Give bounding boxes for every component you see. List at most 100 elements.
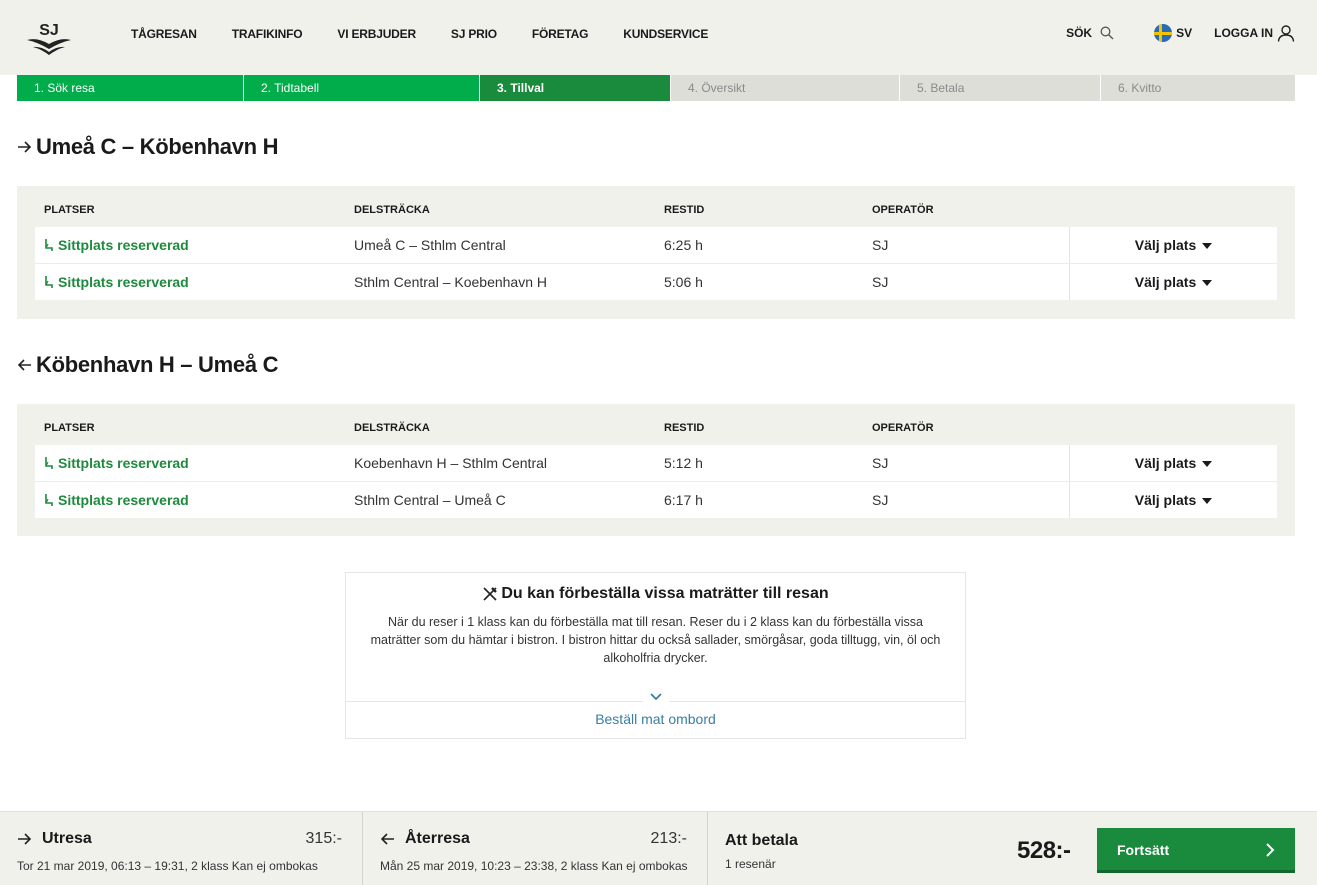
pay-label: Att betala xyxy=(725,832,798,849)
seat-icon xyxy=(45,276,53,288)
nav-tagresan[interactable]: TÅGRESAN xyxy=(131,27,197,41)
travel-time: 6:17 h xyxy=(664,492,703,508)
table-row: Sittplats reserverad Koebenhavn H – Sthl… xyxy=(35,445,1277,482)
payment-summary: Att betala 1 resenär xyxy=(708,812,1008,885)
return-price: 213:- xyxy=(650,830,687,847)
step-tillval: 3. Tillval xyxy=(480,75,671,101)
choose-seat-button[interactable]: Välj plats xyxy=(1069,227,1277,263)
travel-time: 5:06 h xyxy=(664,274,703,290)
travel-time: 5:12 h xyxy=(664,455,703,471)
caret-down-icon xyxy=(1202,461,1213,467)
col-platser: PLATSER xyxy=(44,422,95,434)
step-betala: 5. Betala xyxy=(900,75,1101,101)
food-description: När du reser i 1 klass kan du förbeställ… xyxy=(370,615,941,665)
col-operator: OPERATÖR xyxy=(872,204,934,216)
food-info-box: Du kan förbeställa vissa maträtter till … xyxy=(345,572,966,739)
outbound-title: Umeå C – Köbenhavn H xyxy=(17,134,278,160)
header-actions: SÖK SV LOGGA IN xyxy=(1066,24,1295,42)
table-row: Sittplats reserverad Umeå C – Sthlm Cent… xyxy=(35,227,1277,264)
continue-button[interactable]: Fortsätt xyxy=(1097,828,1295,873)
caret-down-icon xyxy=(1202,498,1213,504)
segment: Umeå C – Sthlm Central xyxy=(354,237,506,253)
return-summary[interactable]: Återresa 213:- Mån 25 mar 2019, 10:23 – … xyxy=(363,812,708,885)
return-panel: PLATSER DELSTRÄCKA RESTID OPERATÖR Sittp… xyxy=(17,404,1295,536)
table-row: Sittplats reserverad Sthlm Central – Ume… xyxy=(35,482,1277,518)
step-oversikt: 4. Översikt xyxy=(671,75,900,101)
travel-time: 6:25 h xyxy=(664,237,703,253)
choose-seat-button[interactable]: Välj plats xyxy=(1069,482,1277,518)
language-label: SV xyxy=(1176,26,1193,40)
segment: Koebenhavn H – Sthlm Central xyxy=(354,455,547,471)
return-title: Köbenhavn H – Umeå C xyxy=(17,352,278,378)
main-nav: TÅGRESAN TRAFIKINFO VI ERBJUDER SJ PRIO … xyxy=(131,27,743,41)
site-header: SJ TÅGRESAN TRAFIKINFO VI ERBJUDER SJ PR… xyxy=(0,0,1317,75)
step-tidtabell[interactable]: 2. Tidtabell xyxy=(244,75,480,101)
return-details: Mån 25 mar 2019, 10:23 – 23:38, 2 klass … xyxy=(380,859,688,873)
search-icon xyxy=(1100,26,1114,40)
language-button[interactable]: SV xyxy=(1154,24,1192,42)
caret-down-icon xyxy=(1202,243,1213,249)
seat-status: Sittplats reserverad xyxy=(44,492,189,508)
nav-vi-erbjuder[interactable]: VI ERBJUDER xyxy=(337,27,416,41)
caret-down-icon xyxy=(1202,280,1213,286)
continue-label: Fortsätt xyxy=(1117,842,1170,858)
outbound-price: 315:- xyxy=(305,830,342,847)
chevron-right-icon xyxy=(1266,843,1275,857)
return-table-header: PLATSER DELSTRÄCKA RESTID OPERATÖR xyxy=(44,422,1284,436)
seat-icon xyxy=(45,494,53,506)
nav-trafikinfo[interactable]: TRAFIKINFO xyxy=(232,27,303,41)
segment: Sthlm Central – Koebenhavn H xyxy=(354,274,547,290)
summary-footer: Utresa 315:- Tor 21 mar 2019, 06:13 – 19… xyxy=(0,811,1317,885)
order-food-link[interactable]: Beställ mat ombord xyxy=(346,711,965,727)
arrow-right-icon xyxy=(18,141,32,153)
total-price: 528:- xyxy=(1017,837,1071,864)
return-rows: Sittplats reserverad Koebenhavn H – Sthl… xyxy=(35,445,1277,518)
cutlery-icon xyxy=(483,587,498,601)
search-button[interactable]: SÖK xyxy=(1066,26,1114,40)
return-summary-head: Återresa xyxy=(380,830,470,848)
seat-status: Sittplats reserverad xyxy=(44,274,189,290)
user-icon xyxy=(1277,25,1295,42)
step-sok-resa[interactable]: 1. Sök resa xyxy=(17,75,244,101)
nav-foretag[interactable]: FÖRETAG xyxy=(532,27,589,41)
sj-logo[interactable]: SJ xyxy=(25,18,73,58)
outbound-details: Tor 21 mar 2019, 06:13 – 19:31, 2 klass … xyxy=(17,859,318,873)
seat-status: Sittplats reserverad xyxy=(44,455,189,471)
operator: SJ xyxy=(872,492,889,508)
operator: SJ xyxy=(872,455,889,471)
outbound-rows: Sittplats reserverad Umeå C – Sthlm Cent… xyxy=(35,227,1277,300)
login-label: LOGGA IN xyxy=(1214,26,1273,40)
table-row: Sittplats reserverad Sthlm Central – Koe… xyxy=(35,264,1277,300)
outbound-summary[interactable]: Utresa 315:- Tor 21 mar 2019, 06:13 – 19… xyxy=(0,812,363,885)
col-delstracka: DELSTRÄCKA xyxy=(354,204,430,216)
col-platser: PLATSER xyxy=(44,204,95,216)
search-label: SÖK xyxy=(1066,26,1093,40)
sweden-flag-icon xyxy=(1154,24,1173,42)
chevron-down-icon[interactable] xyxy=(643,686,669,708)
arrow-right-icon xyxy=(18,833,32,845)
choose-seat-button[interactable]: Välj plats xyxy=(1069,445,1277,481)
travelers-count: 1 resenär xyxy=(725,857,776,871)
operator: SJ xyxy=(872,274,889,290)
arrow-left-icon xyxy=(380,833,394,845)
choose-seat-button[interactable]: Välj plats xyxy=(1069,264,1277,300)
segment: Sthlm Central – Umeå C xyxy=(354,492,506,508)
seat-icon xyxy=(45,457,53,469)
outbound-panel: PLATSER DELSTRÄCKA RESTID OPERATÖR Sittp… xyxy=(17,186,1295,319)
logo-text: SJ xyxy=(39,22,59,39)
arrow-left-icon xyxy=(17,359,31,371)
food-title: Du kan förbeställa vissa maträtter till … xyxy=(346,585,965,603)
outbound-title-text: Umeå C – Köbenhavn H xyxy=(36,134,279,159)
seat-icon xyxy=(45,239,53,251)
seat-status: Sittplats reserverad xyxy=(44,237,189,253)
login-button[interactable]: LOGGA IN xyxy=(1214,24,1295,42)
col-restid: RESTID xyxy=(664,204,705,216)
operator: SJ xyxy=(872,237,889,253)
booking-steps: 1. Sök resa 2. Tidtabell 3. Tillval 4. Ö… xyxy=(17,75,1295,101)
nav-sj-prio[interactable]: SJ PRIO xyxy=(451,27,497,41)
return-title-text: Köbenhavn H – Umeå C xyxy=(36,352,279,377)
col-restid: RESTID xyxy=(664,422,705,434)
step-kvitto: 6. Kvitto xyxy=(1101,75,1295,101)
nav-kundservice[interactable]: KUNDSERVICE xyxy=(623,27,708,41)
outbound-summary-head: Utresa xyxy=(17,830,92,848)
